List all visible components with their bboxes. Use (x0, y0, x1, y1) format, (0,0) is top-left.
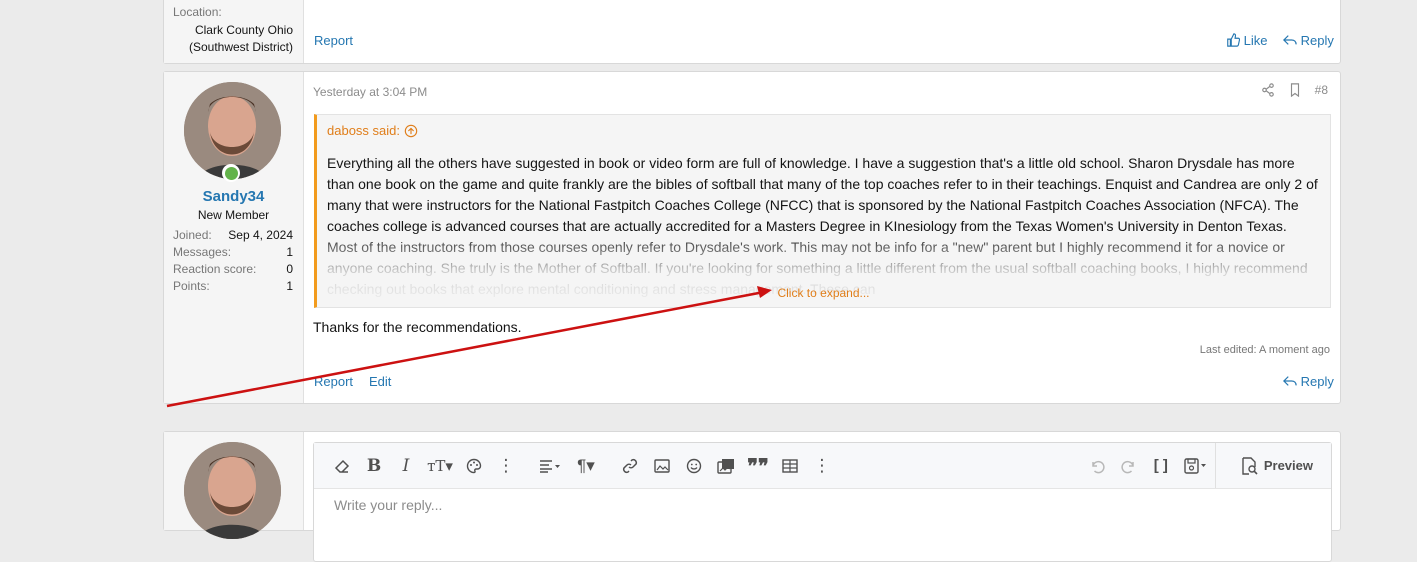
drafts-icon[interactable] (1177, 450, 1215, 482)
user-title: New Member (197, 208, 270, 222)
undo-icon[interactable] (1081, 450, 1113, 482)
preview-icon (1242, 456, 1258, 475)
stat-points: Points: 1 (173, 279, 293, 293)
reply-icon (1283, 35, 1297, 45)
reply-icon (1283, 376, 1297, 386)
reply-button[interactable]: Reply (1283, 33, 1334, 48)
user-stats: Joined: Sep 4, 2024 Messages: 1 Reaction… (173, 227, 293, 295)
bookmark-icon[interactable] (1289, 83, 1301, 97)
post-8: Sandy34 New Member Joined: Sep 4, 2024 M… (163, 71, 1341, 404)
arrow-up-circle-icon (404, 124, 418, 137)
italic-icon[interactable]: I (390, 450, 422, 482)
stat-messages: Messages: 1 (173, 245, 293, 259)
location-value: Clark County Ohio (Southwest District) (188, 23, 293, 54)
quote-author[interactable]: daboss said: (327, 123, 418, 138)
eraser-icon[interactable] (326, 450, 358, 482)
bbcode-toggle-icon[interactable]: [ ] (1145, 450, 1177, 482)
post-date[interactable]: Yesterday at 3:04 PM (313, 85, 427, 99)
palette-icon[interactable] (458, 450, 490, 482)
stat-reaction-score: Reaction score: 0 (173, 262, 293, 276)
username[interactable]: Sandy34 (164, 188, 303, 205)
media-icon[interactable] (710, 450, 742, 482)
quote-icon[interactable]: ❞❞ (742, 450, 774, 482)
rich-text-editor: B I тT▾ ⋮ ¶▾ ❞❞ ⋮ [] Preview Write your… (313, 442, 1332, 562)
report-link[interactable]: Report (314, 33, 353, 48)
user-pane: Sandy34 New Member Joined: Sep 4, 2024 M… (164, 72, 304, 403)
last-edited: Last edited: A moment ago (1199, 344, 1330, 356)
click-to-expand-link[interactable]: Click to expand... (317, 286, 1330, 300)
avatar-image (184, 442, 281, 539)
link-icon[interactable] (614, 450, 646, 482)
preview-button[interactable]: Preview (1214, 443, 1331, 488)
post-header-actions: #8 (1261, 83, 1328, 97)
post-body: Thanks for the recommendations. (313, 319, 522, 335)
reply-input[interactable]: Write your reply... (334, 497, 442, 513)
thumbs-up-icon (1227, 33, 1241, 47)
edit-link[interactable]: Edit (369, 374, 391, 389)
more-options-icon[interactable]: ⋮ (490, 450, 522, 482)
report-link[interactable]: Report (314, 374, 353, 389)
share-icon[interactable] (1261, 83, 1275, 97)
reply-user-pane (164, 432, 304, 539)
previous-post-user-pane: Location: Clark County Ohio (Southwest D… (164, 0, 304, 63)
redo-icon[interactable] (1113, 450, 1145, 482)
avatar (184, 442, 281, 539)
text-size-icon[interactable]: тT▾ (422, 450, 458, 482)
paragraph-icon[interactable]: ¶▾ (568, 450, 604, 482)
location-label: Location: (173, 5, 222, 19)
image-icon[interactable] (646, 450, 678, 482)
align-icon[interactable] (532, 450, 568, 482)
post-number[interactable]: #8 (1315, 83, 1328, 97)
previous-post: Location: Clark County Ohio (Southwest D… (163, 0, 1341, 64)
table-icon[interactable] (774, 450, 806, 482)
editor-toolbar-right: [ ] Preview (1081, 443, 1331, 488)
online-status-icon (222, 164, 240, 182)
quick-reply: B I тT▾ ⋮ ¶▾ ❞❞ ⋮ [] Preview Write your… (163, 431, 1341, 562)
more-options-icon[interactable]: ⋮ (806, 450, 838, 482)
quote-block: daboss said: Everything all the others h… (314, 114, 1331, 308)
editor-toolbar: B I тT▾ ⋮ ¶▾ ❞❞ ⋮ [] Preview (314, 443, 1331, 489)
bold-icon[interactable]: B (358, 450, 390, 482)
smiley-icon[interactable] (678, 450, 710, 482)
like-button[interactable]: Like (1226, 33, 1267, 48)
reply-button[interactable]: Reply (1283, 374, 1334, 389)
stat-joined: Joined: Sep 4, 2024 (173, 228, 293, 242)
